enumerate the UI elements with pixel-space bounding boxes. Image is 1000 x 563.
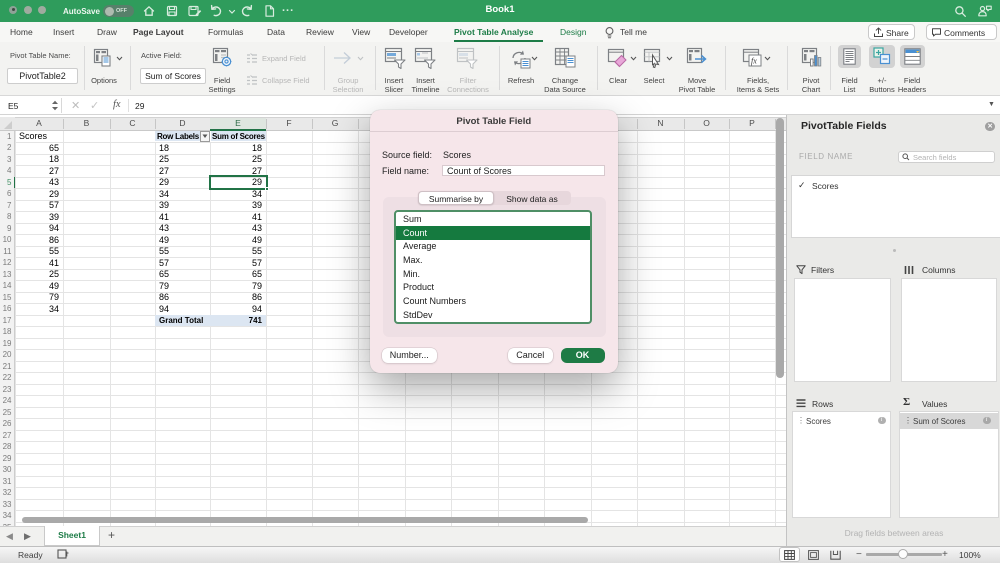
svg-text:fx: fx bbox=[751, 57, 757, 66]
